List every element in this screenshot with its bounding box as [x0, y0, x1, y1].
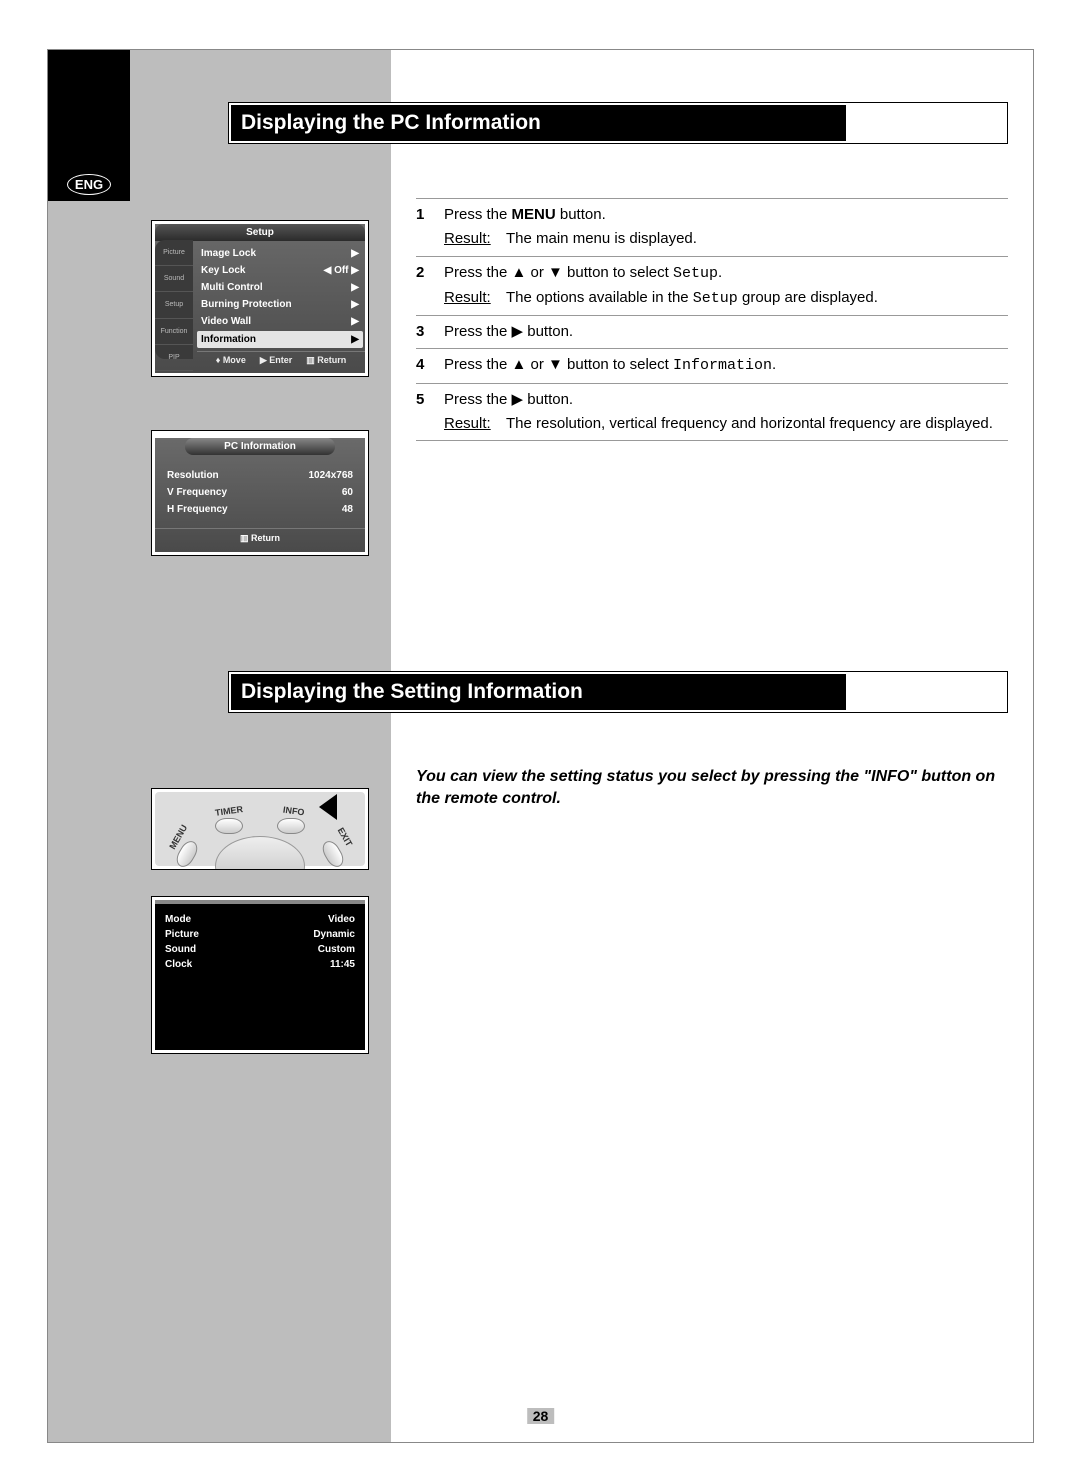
osd-setup-row: Multi Control▶: [201, 279, 359, 296]
osd-footer-return: ▥ Return: [306, 355, 346, 366]
osd-tab-setup: Setup: [155, 292, 193, 318]
info-arrow-icon: [319, 794, 337, 820]
remote-dpad: [215, 836, 305, 870]
section2-intro-block: You can view the setting status you sele…: [416, 766, 1008, 809]
osd-pcinfo-row: Resolution1024x768: [167, 467, 353, 484]
section2-intro: You can view the setting status you sele…: [416, 766, 1008, 809]
osd-tab-function: Function: [155, 319, 193, 345]
remote-timer-button: [215, 818, 243, 834]
osd-setup-row: Image Lock▶: [201, 245, 359, 262]
section1-instructions: 1 Press the MENU button. Result: The mai…: [416, 198, 1008, 441]
manual-page: ENG Displaying the PC Information Setup …: [47, 49, 1034, 1443]
section1-title-bar: Displaying the PC Information: [228, 102, 1008, 144]
info-row: SoundCustom: [165, 942, 355, 957]
remote-info-label: INFO: [282, 805, 305, 818]
step-4: 4 Press the ▲ or ▼ button to select Info…: [416, 348, 1008, 382]
info-row: Clock11:45: [165, 957, 355, 972]
osd-tab-picture: Picture: [155, 240, 193, 266]
step-2: 2 Press the ▲ or ▼ button to select Setu…: [416, 256, 1008, 316]
result-label: Result:: [444, 414, 506, 434]
step-3: 3 Press the ▶ button.: [416, 315, 1008, 348]
osd-setup-screenshot: Setup Picture Sound Setup Function PIP I…: [151, 220, 369, 377]
osd-tab-pip: PIP: [155, 345, 193, 371]
osd-pcinfo-row: H Frequency48: [167, 501, 353, 518]
info-row: ModeVideo: [165, 912, 355, 927]
osd-setup-row: Key Lock◀ Off ▶: [201, 262, 359, 279]
remote-timer-label: TIMER: [214, 804, 243, 818]
section1-title: Displaying the PC Information: [231, 105, 846, 141]
remote-exit-label: EXIT: [336, 826, 355, 848]
osd-setup-row-selected: Information▶: [197, 331, 363, 348]
result-text: The options available in the Setup group…: [506, 288, 878, 309]
step-1: 1 Press the MENU button. Result: The mai…: [416, 198, 1008, 256]
section2-title: Displaying the Setting Information: [231, 674, 846, 710]
page-number: 28: [527, 1408, 555, 1424]
result-text: The resolution, vertical frequency and h…: [506, 414, 993, 434]
osd-pcinfo-screenshot: PC Information Resolution1024x768 V Freq…: [151, 430, 369, 556]
info-overlay-screenshot: ModeVideo PictureDynamic SoundCustom Clo…: [151, 896, 369, 1054]
osd-setup-row: Video Wall▶: [201, 313, 359, 330]
info-row: PictureDynamic: [165, 927, 355, 942]
result-label: Result:: [444, 288, 506, 309]
osd-setup-footer: ♦ Move ▶ Enter ▥ Return: [197, 351, 365, 369]
osd-side-tabs: Picture Sound Setup Function PIP: [155, 240, 193, 359]
result-text: The main menu is displayed.: [506, 229, 697, 249]
step-5: 5 Press the ▶ button. Result: The resolu…: [416, 383, 1008, 442]
remote-illustration: MENU TIMER INFO EXIT: [151, 788, 369, 870]
osd-pcinfo-row: V Frequency60: [167, 484, 353, 501]
osd-pcinfo-title: PC Information: [185, 438, 335, 455]
remote-info-button: [277, 818, 305, 834]
osd-pcinfo-rows: Resolution1024x768 V Frequency60 H Frequ…: [155, 459, 365, 528]
language-block: ENG: [48, 50, 130, 201]
osd-tab-sound: Sound: [155, 266, 193, 292]
osd-pcinfo-footer: ▥ Return: [155, 528, 365, 548]
osd-setup-row: Burning Protection▶: [201, 296, 359, 313]
osd-setup-title: Setup: [155, 224, 365, 241]
result-label: Result:: [444, 229, 506, 249]
section2-title-bar: Displaying the Setting Information: [228, 671, 1008, 713]
osd-footer-move: ♦ Move: [216, 355, 246, 366]
osd-footer-enter: ▶ Enter: [260, 355, 292, 366]
osd-setup-rows: Image Lock▶ Key Lock◀ Off ▶ Multi Contro…: [197, 241, 365, 351]
language-badge: ENG: [67, 174, 111, 195]
